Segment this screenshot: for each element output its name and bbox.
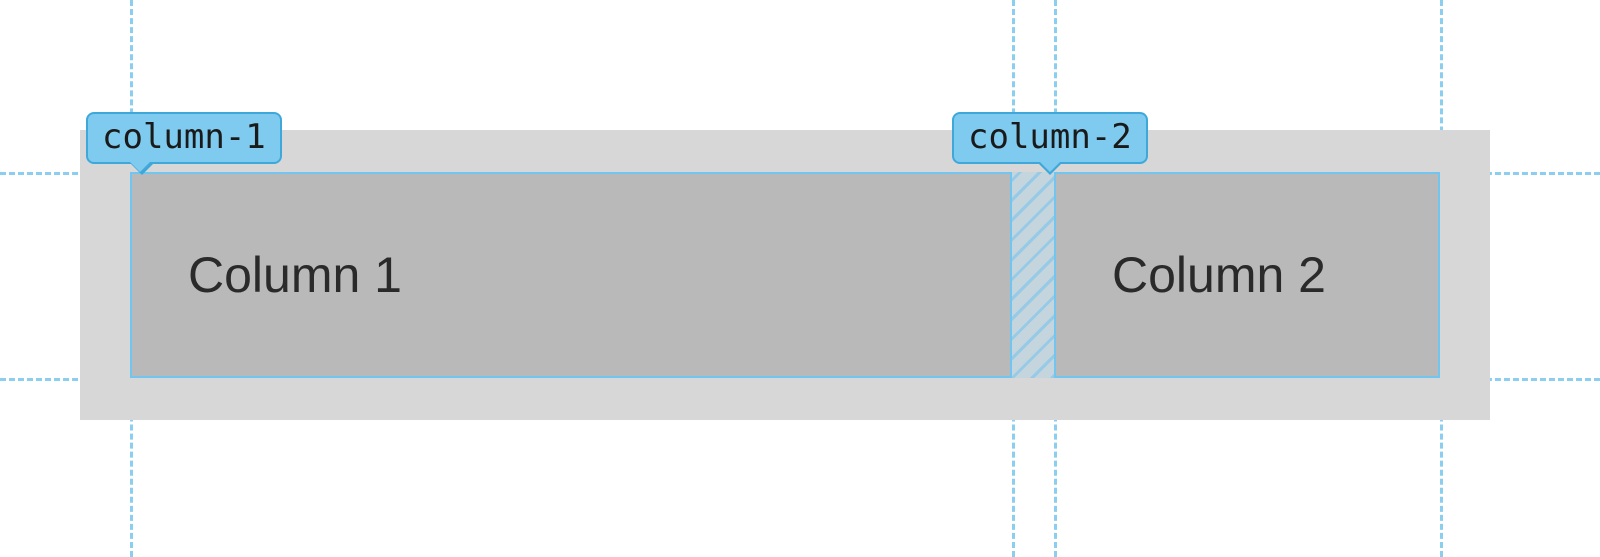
grid-cell-column-1: Column 1: [130, 172, 1012, 378]
track-label-column-2[interactable]: column-2: [952, 112, 1148, 164]
grid-cell-column-2: Column 2: [1054, 172, 1440, 378]
column-1-label: Column 1: [188, 246, 402, 304]
grid-container: Column 1 Column 2: [80, 130, 1490, 420]
column-2-label: Column 2: [1112, 246, 1326, 304]
track-label-column-1[interactable]: column-1: [86, 112, 282, 164]
